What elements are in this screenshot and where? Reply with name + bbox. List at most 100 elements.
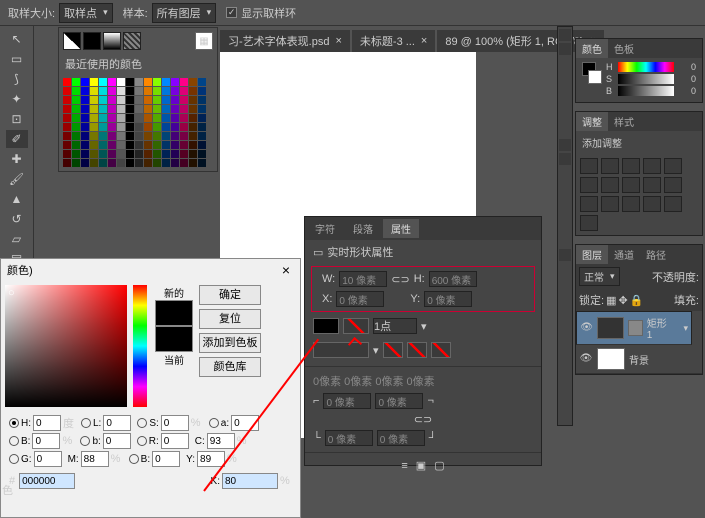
swatch[interactable] [117, 96, 125, 104]
tab-styles[interactable]: 样式 [608, 112, 640, 131]
swatch[interactable] [189, 87, 197, 95]
swatch[interactable] [153, 132, 161, 140]
swatch[interactable] [153, 105, 161, 113]
s-slider[interactable] [618, 74, 674, 84]
ok-button[interactable]: 确定 [199, 285, 261, 305]
swatch[interactable] [99, 150, 107, 158]
blend-mode-select[interactable]: 正常 [579, 267, 620, 286]
swatch[interactable] [162, 159, 170, 167]
swatch[interactable] [72, 87, 80, 95]
c-field[interactable] [207, 433, 235, 449]
align-edges-icon[interactable]: ≡ [401, 460, 407, 472]
swatch[interactable] [189, 123, 197, 131]
wand-tool-icon[interactable]: ✦ [6, 90, 28, 108]
swatch[interactable] [126, 105, 134, 113]
swatch[interactable] [171, 114, 179, 122]
s-radio[interactable] [137, 418, 147, 428]
l-field[interactable] [103, 415, 131, 431]
dock-icon[interactable] [559, 249, 571, 261]
swatch[interactable] [63, 159, 71, 167]
swatch[interactable] [81, 123, 89, 131]
swatch[interactable] [108, 150, 116, 158]
swatch[interactable] [180, 78, 188, 86]
swatch[interactable] [171, 96, 179, 104]
swatch[interactable] [153, 123, 161, 131]
swatch[interactable] [63, 141, 71, 149]
adj-lookup-icon[interactable] [664, 177, 682, 193]
swatch[interactable] [153, 159, 161, 167]
h-field[interactable] [429, 271, 477, 287]
swatch[interactable] [144, 150, 152, 158]
layer-row[interactable]: 👁 背景 [576, 345, 702, 374]
tab-para[interactable]: 段落 [345, 219, 381, 238]
swatch[interactable] [144, 87, 152, 95]
visibility-icon[interactable]: 👁 [579, 353, 593, 365]
swatch[interactable] [198, 96, 206, 104]
lock-all-icon[interactable]: 🔒 [630, 294, 644, 307]
swatch[interactable] [99, 123, 107, 131]
swatch[interactable] [198, 132, 206, 140]
corner-tl-field[interactable] [323, 393, 371, 409]
b-radio[interactable] [80, 436, 90, 446]
swatch[interactable] [198, 123, 206, 131]
swatch[interactable] [108, 78, 116, 86]
pattern-swatch-icon[interactable] [123, 32, 141, 50]
adj-poster-icon[interactable] [601, 196, 619, 212]
swatch[interactable] [99, 96, 107, 104]
swatch[interactable] [108, 87, 116, 95]
swatch[interactable] [81, 132, 89, 140]
swatch[interactable] [135, 159, 143, 167]
h-radio[interactable] [9, 418, 19, 428]
swatch[interactable] [72, 96, 80, 104]
swatch[interactable] [63, 132, 71, 140]
swatch[interactable] [99, 87, 107, 95]
adj-exposure-icon[interactable] [643, 158, 661, 174]
bv-radio[interactable] [9, 436, 19, 446]
link-corners-icon[interactable]: ⊂⊃ [414, 413, 432, 426]
swatch[interactable] [153, 87, 161, 95]
g-radio[interactable] [9, 454, 19, 464]
swatch[interactable] [99, 132, 107, 140]
sv-picker[interactable] [5, 285, 127, 407]
dropdown-icon[interactable]: ▾ [421, 320, 427, 333]
swatch[interactable] [99, 141, 107, 149]
swatch[interactable] [171, 105, 179, 113]
eyedropper-tool-icon[interactable]: ✐ [6, 130, 28, 148]
swatch[interactable] [81, 78, 89, 86]
swatch[interactable] [126, 150, 134, 158]
fill-swatch[interactable] [313, 318, 339, 334]
doc-tab[interactable]: 未标题-3 ...× [352, 30, 435, 52]
reset-button[interactable]: 复位 [199, 309, 261, 329]
close-icon[interactable]: × [278, 262, 294, 278]
swatch[interactable] [198, 87, 206, 95]
cap-icon[interactable] [407, 342, 427, 358]
swatch[interactable] [144, 114, 152, 122]
swatch[interactable] [162, 114, 170, 122]
swatch[interactable] [153, 96, 161, 104]
adj-more-icon[interactable] [580, 215, 598, 231]
swatch[interactable] [189, 132, 197, 140]
swatch[interactable] [90, 141, 98, 149]
swatch[interactable] [189, 78, 197, 86]
doc-tab[interactable]: 习-艺术字体表现.psd× [220, 30, 350, 52]
swatch[interactable] [81, 141, 89, 149]
visibility-icon[interactable]: 👁 [580, 322, 593, 334]
swatch[interactable] [108, 132, 116, 140]
swatch[interactable] [135, 96, 143, 104]
swatch[interactable] [135, 150, 143, 158]
adj-select-icon[interactable] [664, 196, 682, 212]
brush-tool-icon[interactable]: 🖌 [6, 170, 28, 188]
swatch[interactable] [135, 114, 143, 122]
swatch[interactable] [90, 159, 98, 167]
swatch[interactable] [153, 114, 161, 122]
swatch[interactable] [135, 141, 143, 149]
r-radio[interactable] [137, 436, 147, 446]
fg-bg-icon[interactable] [63, 32, 81, 50]
swatch[interactable] [180, 150, 188, 158]
swatch[interactable] [99, 159, 107, 167]
join-icon[interactable] [431, 342, 451, 358]
swatch[interactable] [153, 150, 161, 158]
swatch[interactable] [126, 114, 134, 122]
swatch[interactable] [117, 141, 125, 149]
adj-bw-icon[interactable] [601, 177, 619, 193]
